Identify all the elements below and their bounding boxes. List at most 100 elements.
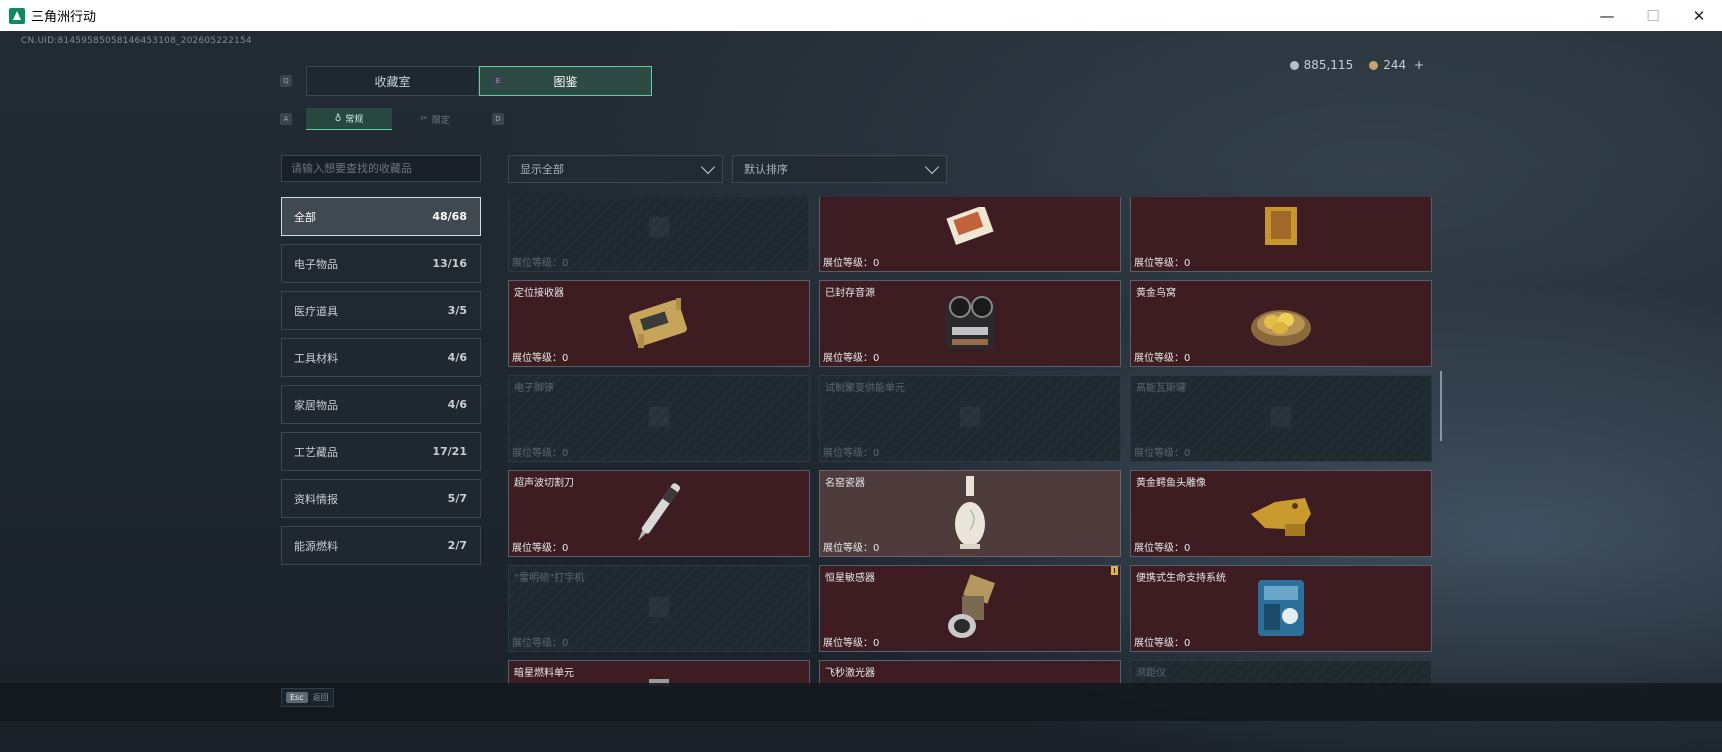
category-item[interactable]: 资料情报 5/7 bbox=[281, 479, 481, 518]
collection-card[interactable]: 恒星敏感器! 展位等级：0 bbox=[819, 565, 1121, 652]
star-sensor-icon bbox=[940, 572, 1000, 646]
category-list: 全部 48/68 电子物品 13/16 医疗道具 3/5 工具材料 4/6 家居物品 4/6 工艺藏… bbox=[281, 197, 481, 573]
sort-dropdown[interactable]: 默认排序 bbox=[732, 155, 947, 183]
typewriter-icon bbox=[639, 587, 679, 631]
gas-canister-icon bbox=[1261, 397, 1301, 441]
tape-recorder-icon bbox=[938, 289, 1002, 359]
sort-value: 默认排序 bbox=[744, 163, 788, 176]
collection-card[interactable]: 黄金鳄鱼头雕像展位等级：0 bbox=[1130, 470, 1432, 557]
window-controls: — ☐ ✕ bbox=[1584, 0, 1722, 31]
painting-icon bbox=[942, 204, 998, 251]
tab-regular[interactable]: ♁ 常规 bbox=[306, 108, 392, 130]
category-item[interactable]: 全部 48/68 bbox=[281, 197, 481, 236]
main-tabs: 收藏室 图鉴 bbox=[306, 66, 652, 96]
back-button[interactable]: Esc 返回 bbox=[281, 688, 334, 707]
collection-card[interactable]: 高能瓦斯罐展位等级：0 bbox=[1130, 375, 1432, 462]
collection-card[interactable]: 已封存音源 展位等级：0 bbox=[819, 280, 1121, 367]
item-name: 试制聚变供能单元 bbox=[825, 383, 905, 394]
booth-level-value: 0 bbox=[873, 543, 880, 554]
category-label: 电子物品 bbox=[294, 257, 338, 271]
category-item[interactable]: 家居物品 4/6 bbox=[281, 385, 481, 424]
search-input[interactable] bbox=[281, 155, 481, 182]
category-item[interactable]: 医疗道具 3/5 bbox=[281, 291, 481, 330]
booth-level: 展位等级：0 bbox=[512, 539, 568, 554]
collection-card[interactable]: 试制聚变供能单元 展位等级：0 bbox=[819, 375, 1121, 462]
booth-level-value: 0 bbox=[873, 353, 880, 364]
collection-card[interactable]: “雷明顿”打字机展位等级：0 bbox=[508, 565, 810, 652]
booth-level-label: 展位等级： bbox=[823, 258, 873, 269]
sub-tabs: ♁ 常规 ✂ 限定 bbox=[306, 108, 478, 130]
category-item[interactable]: 工具材料 4/6 bbox=[281, 338, 481, 377]
collection-card[interactable]: 展位等级：0 bbox=[819, 197, 1121, 272]
item-name: “雷明顿”打字机 bbox=[514, 573, 585, 584]
gold-currency: 244 + bbox=[1369, 58, 1424, 72]
tab-codex[interactable]: 图鉴 bbox=[479, 66, 652, 96]
collection-card[interactable]: 名窑瓷器 展位等级：0 bbox=[819, 470, 1121, 557]
show-filter-dropdown[interactable]: 显示全部 bbox=[508, 155, 723, 183]
croc-statue-icon bbox=[1245, 484, 1317, 544]
booth-level: 展位等级：0 bbox=[512, 634, 568, 649]
category-count: 4/6 bbox=[447, 351, 467, 364]
key-hint-a: A bbox=[280, 113, 292, 125]
booth-level: 展位等级：0 bbox=[1134, 349, 1190, 364]
category-item[interactable]: 工艺藏品 17/21 bbox=[281, 432, 481, 471]
silver-amount: 885,115 bbox=[1303, 58, 1354, 72]
category-label: 工艺藏品 bbox=[294, 445, 338, 459]
collection-card[interactable]: 便携式生命支持系统 展位等级：0 bbox=[1130, 565, 1432, 652]
add-currency-button[interactable]: + bbox=[1414, 58, 1424, 72]
item-name: 定位接收器 bbox=[514, 288, 564, 299]
footer-bar bbox=[0, 683, 1722, 721]
item-name: 飞秒激光器 bbox=[825, 668, 875, 679]
category-item[interactable]: 电子物品 13/16 bbox=[281, 244, 481, 283]
chevron-down-icon bbox=[700, 159, 716, 175]
item-name: 超声波切割刀 bbox=[514, 478, 574, 489]
booth-level-label: 展位等级： bbox=[512, 258, 562, 269]
limited-icon: ✂ bbox=[420, 114, 428, 124]
booth-level-label: 展位等级： bbox=[1134, 258, 1184, 269]
item-name: 高能瓦斯罐 bbox=[1136, 383, 1186, 394]
collection-card[interactable]: 定位接收器 展位等级：0 bbox=[508, 280, 810, 367]
chevron-down-icon bbox=[924, 159, 940, 175]
booth-level: 展位等级：0 bbox=[512, 444, 568, 459]
collection-card[interactable]: 超声波切割刀展位等级：0 bbox=[508, 470, 810, 557]
booth-level-value: 0 bbox=[1184, 353, 1191, 364]
booth-level: 展位等级：0 bbox=[1134, 539, 1190, 554]
item-name: 黄金鳄鱼头雕像 bbox=[1136, 478, 1206, 489]
maximize-button[interactable]: ☐ bbox=[1630, 0, 1676, 31]
booth-level: 展位等级：0 bbox=[1134, 444, 1190, 459]
collection-card[interactable]: 电子脚镣展位等级：0 bbox=[508, 375, 810, 462]
tab-collection-room[interactable]: 收藏室 bbox=[306, 66, 479, 96]
close-button[interactable]: ✕ bbox=[1676, 0, 1722, 31]
alert-badge: ! bbox=[1111, 566, 1118, 575]
fusion-cell-icon bbox=[950, 397, 990, 441]
booth-level-label: 展位等级： bbox=[1134, 448, 1184, 459]
item-name: 暗星燃料单元 bbox=[514, 668, 574, 679]
golden-nest-icon bbox=[1246, 294, 1316, 354]
item-name: 电子脚镣 bbox=[514, 383, 554, 394]
tab-limited[interactable]: ✂ 限定 bbox=[392, 108, 478, 130]
tab-regular-label: 常规 bbox=[345, 115, 364, 125]
item-name: 测距仪 bbox=[1136, 668, 1166, 679]
collection-card[interactable]: 黄金鸟窝 展位等级：0 bbox=[1130, 280, 1432, 367]
category-count: 2/7 bbox=[447, 539, 467, 552]
esc-key-icon: Esc bbox=[286, 692, 308, 703]
receiver-icon bbox=[624, 292, 694, 356]
booth-level-value: 0 bbox=[562, 353, 569, 364]
item-name: 便携式生命支持系统 bbox=[1136, 573, 1226, 584]
minimize-button[interactable]: — bbox=[1584, 0, 1630, 31]
booth-level-label: 展位等级： bbox=[1134, 638, 1184, 649]
booth-level-value: 0 bbox=[1184, 258, 1191, 269]
category-label: 家居物品 bbox=[294, 398, 338, 412]
window-titlebar: 三角洲行动 — ☐ ✕ bbox=[0, 0, 1722, 31]
category-item[interactable]: 能源燃料 2/7 bbox=[281, 526, 481, 565]
booth-level-value: 0 bbox=[562, 258, 569, 269]
category-count: 17/21 bbox=[432, 445, 467, 458]
collection-card[interactable]: 展位等级：0 bbox=[1130, 197, 1432, 272]
tab-limited-label: 限定 bbox=[431, 115, 450, 126]
grid-scrollbar[interactable] bbox=[1440, 371, 1442, 441]
gold-coin-icon bbox=[1369, 61, 1379, 70]
booth-level-value: 0 bbox=[562, 638, 569, 649]
booth-level: 展位等级：0 bbox=[823, 539, 879, 554]
booth-level: 展位等级：0 bbox=[823, 349, 879, 364]
collection-card[interactable]: 展位等级：0 bbox=[508, 197, 810, 272]
